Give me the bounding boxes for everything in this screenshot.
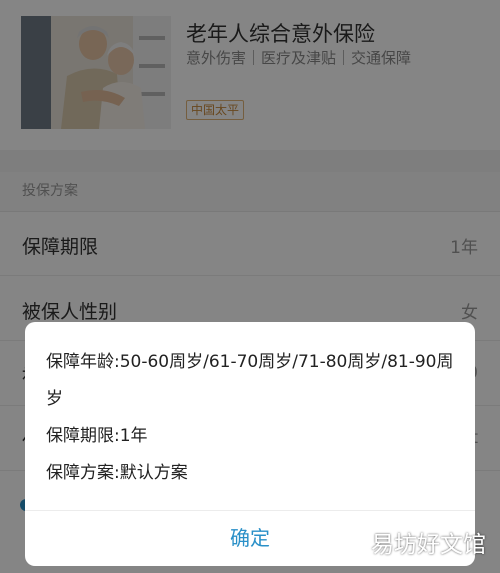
dialog-body: 保障年龄:50-60周岁/61-70周岁/71-80周岁/81-90周岁 保障期… (46, 344, 456, 492)
coverage-period-text: 保障期限:1年 (46, 426, 148, 446)
brand-logo-icon (339, 527, 365, 557)
coverage-age-text: 保障年龄:50-60周岁/61-70周岁/71-80周岁/81-90周岁 (46, 352, 454, 409)
watermark-text: 易坊好文馆 (371, 532, 486, 558)
watermark: 易坊好文馆 (339, 525, 486, 559)
coverage-plan-text: 保障方案:默认方案 (46, 463, 188, 483)
